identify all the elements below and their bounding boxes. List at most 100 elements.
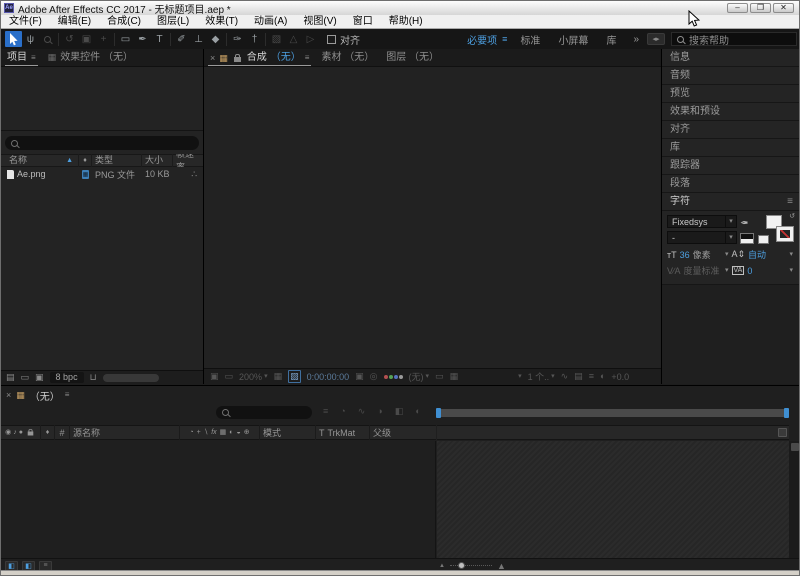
font-size-value[interactable]: 36 xyxy=(680,250,690,260)
close-tab-icon[interactable] xyxy=(210,49,215,67)
always-preview-icon[interactable] xyxy=(210,372,219,381)
mask-shape-tool-button[interactable] xyxy=(117,31,134,47)
sidebar-panel-info[interactable]: 信息 xyxy=(662,49,800,67)
solo-icon[interactable] xyxy=(19,429,23,436)
expand-in-out-toggle[interactable] xyxy=(39,561,52,571)
zoom-out-icon[interactable] xyxy=(439,563,445,569)
fx-icon[interactable] xyxy=(211,429,216,436)
comp-mini-flowchart-icon[interactable] xyxy=(323,407,328,416)
fast-previews-icon[interactable] xyxy=(561,372,569,381)
expand-transfer-controls-toggle[interactable] xyxy=(22,561,35,571)
restore-button[interactable] xyxy=(750,3,771,13)
brush-tool-button[interactable] xyxy=(173,31,190,47)
project-search-input[interactable] xyxy=(5,136,199,150)
column-parent[interactable]: 父级 xyxy=(370,425,436,440)
zoom-slider-track[interactable] xyxy=(450,565,492,566)
time-ruler[interactable] xyxy=(437,425,789,440)
layer-list-area[interactable] xyxy=(1,441,436,558)
frame-blending-icon[interactable] xyxy=(377,407,382,416)
sidebar-panel-library[interactable]: 库 xyxy=(662,139,800,157)
zoom-tool-button[interactable] xyxy=(39,31,56,47)
horizontal-scrollbar[interactable] xyxy=(103,374,159,382)
exposure-value[interactable]: +0.0 xyxy=(611,372,629,382)
workspace-tab-library[interactable]: 库 xyxy=(606,32,616,47)
workspace-menu-icon[interactable] xyxy=(502,34,507,44)
view-layout-select[interactable]: 1 个.. xyxy=(528,370,555,383)
zoom-in-icon[interactable] xyxy=(497,561,506,571)
panel-menu-icon[interactable] xyxy=(65,391,70,399)
adjustment-layer-icon[interactable] xyxy=(237,429,241,436)
magnification-icon[interactable] xyxy=(225,372,234,381)
tab-footage[interactable]: 素材 （无） xyxy=(315,49,380,67)
resolution-select[interactable] xyxy=(464,373,522,380)
column-frame-rate[interactable]: 帧速率 xyxy=(173,154,203,167)
camera-tool-button[interactable] xyxy=(78,31,95,47)
snap-checkbox-icon[interactable] xyxy=(327,35,336,44)
help-search-input[interactable]: 搜索帮助 xyxy=(671,32,797,46)
shy-icon[interactable] xyxy=(189,429,193,436)
panel-menu-icon[interactable] xyxy=(787,197,793,207)
timeline-zoom-slider[interactable] xyxy=(439,561,506,571)
font-family-select[interactable]: Fixedsys xyxy=(667,215,737,228)
tracking-control[interactable]: VA 0 xyxy=(732,266,797,276)
quality-icon[interactable] xyxy=(204,429,208,436)
scrollbar-thumb[interactable] xyxy=(791,443,799,451)
tracking-value[interactable]: 0 xyxy=(747,266,752,276)
column-source-name[interactable]: 源名称 xyxy=(70,425,180,440)
tab-effect-controls[interactable]: 效果控件 （无） xyxy=(42,49,139,67)
sidebar-panel-character[interactable]: 字符 xyxy=(662,193,800,211)
interpret-footage-button[interactable] xyxy=(6,373,15,382)
no-fill-swatch[interactable] xyxy=(758,235,769,244)
column-size[interactable]: 大小 xyxy=(142,154,173,167)
new-folder-button[interactable] xyxy=(21,373,30,382)
track-area[interactable] xyxy=(437,441,789,558)
chevron-down-icon[interactable] xyxy=(725,267,729,274)
menu-layer[interactable]: 图层(L) xyxy=(149,15,197,29)
close-button[interactable] xyxy=(773,3,794,13)
channel-select[interactable]: (无) xyxy=(409,370,430,383)
frame-blend-icon[interactable] xyxy=(220,429,227,436)
label-color-swatch[interactable] xyxy=(82,170,89,179)
zoom-select[interactable]: 200% xyxy=(239,372,268,382)
sidebar-panel-preview[interactable]: 预览 xyxy=(662,85,800,103)
font-style-select[interactable]: - xyxy=(667,231,737,244)
column-type[interactable]: 类型 xyxy=(92,154,142,167)
menu-composition[interactable]: 合成(C) xyxy=(99,15,149,29)
panel-menu-icon[interactable] xyxy=(305,54,310,62)
region-of-interest-icon[interactable] xyxy=(435,372,444,381)
pen-tool-button[interactable] xyxy=(134,31,151,47)
sidebar-panel-align[interactable]: 对齐 xyxy=(662,121,800,139)
column-label[interactable] xyxy=(41,425,55,440)
threed-layer-icon[interactable] xyxy=(244,429,250,436)
lock-icon[interactable] xyxy=(234,57,241,62)
rotation-tool-button[interactable] xyxy=(61,31,78,47)
roto-brush-tool-button[interactable] xyxy=(229,31,246,47)
swap-fill-stroke-icon[interactable] xyxy=(789,212,795,220)
menu-help[interactable]: 帮助(H) xyxy=(381,15,431,29)
menu-file[interactable]: 文件(F) xyxy=(1,15,50,29)
sidebar-panel-effects-presets[interactable]: 效果和预设 xyxy=(662,103,800,121)
leading-value[interactable]: 自动 xyxy=(748,248,766,261)
comp-flowchart-icon[interactable] xyxy=(589,372,594,381)
timeline-tab-label[interactable]: （无） xyxy=(30,388,60,403)
time-navigator-bar[interactable] xyxy=(437,409,788,417)
chevron-down-icon[interactable] xyxy=(789,251,793,258)
snapshot-icon[interactable] xyxy=(355,372,364,381)
grid-guides-icon[interactable] xyxy=(274,372,283,381)
viewer-timecode[interactable]: 0:00:00:00 xyxy=(307,372,350,382)
eyedropper-icon[interactable] xyxy=(740,216,748,227)
selection-tool-button[interactable] xyxy=(5,31,22,47)
tab-layer[interactable]: 图层 （无） xyxy=(380,49,445,67)
title-bar[interactable]: Ae Adobe After Effects CC 2017 - 无标题项目.a… xyxy=(1,1,799,15)
video-visibility-icon[interactable] xyxy=(5,429,11,436)
leading-control[interactable]: A⇕ 自动 xyxy=(732,248,797,261)
show-snapshot-icon[interactable] xyxy=(370,372,378,381)
menu-edit[interactable]: 编辑(E) xyxy=(50,15,99,29)
project-bit-depth[interactable]: 8 bpc xyxy=(50,372,84,383)
mask-visibility-icon[interactable] xyxy=(450,372,459,381)
column-mode[interactable]: 模式 xyxy=(260,425,316,440)
transparency-grid-icon[interactable] xyxy=(288,370,301,383)
workspace-tab-small-screen[interactable]: 小屏幕 xyxy=(558,32,588,47)
sidebar-panel-tracker[interactable]: 跟踪器 xyxy=(662,157,800,175)
workspace-tab-essentials[interactable]: 必要项 xyxy=(467,32,497,47)
